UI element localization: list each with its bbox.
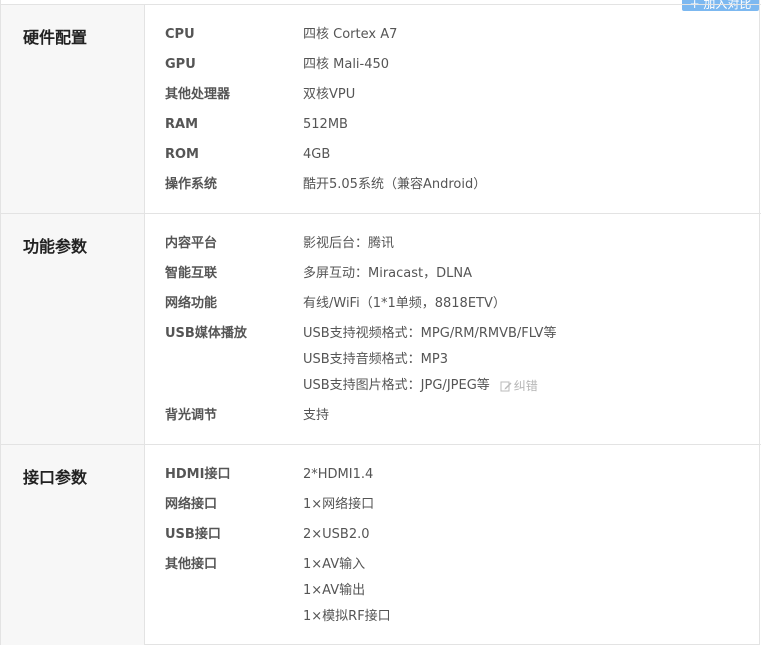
spec-row-os: 操作系统 酷开5.05系统（兼容Android） [165, 175, 761, 205]
spec-value: 双核VPU [303, 87, 356, 102]
section-header: 硬件配置 [1, 5, 145, 214]
spec-table: + 加入对比 硬件配置 CPU 四核 Cortex A7 GPU 四核 Mali… [0, 0, 761, 645]
spec-value: 影视后台：腾讯 [303, 236, 395, 251]
section-header: 功能参数 [1, 214, 145, 444]
spec-label: 内容平台 [165, 236, 218, 251]
spec-value: 1×模拟RF接口 [303, 609, 391, 624]
spec-value: USB支持视频格式：MPG/RM/RMVB/FLV等 [303, 326, 557, 341]
spec-row-backlight: 背光调节 支持 [165, 406, 761, 436]
spec-row-network-function: 网络功能 有线/WiFi（1*1单频，8818ETV） [165, 294, 761, 324]
spec-value: 1×AV输入 [303, 557, 366, 572]
spec-label: 智能互联 [165, 266, 218, 281]
spec-row-other-ports: 其他接口 1×AV输入 1×AV输出 1×模拟RF接口 [165, 555, 761, 635]
spec-label: 其他处理器 [165, 87, 231, 102]
report-error-label: 纠错 [513, 379, 538, 393]
spec-value: USB支持音频格式：MP3 [303, 352, 449, 367]
spec-label: GPU [165, 57, 196, 72]
spec-row-hdmi: HDMI接口 2*HDMI1.4 [165, 465, 761, 495]
section-title: 接口参数 [23, 468, 88, 487]
spec-value: 2*HDMI1.4 [303, 467, 374, 482]
spec-label: 其他接口 [165, 557, 218, 572]
spec-row-smart-connect: 智能互联 多屏互动：Miracast，DLNA [165, 264, 761, 294]
spec-row-cpu: CPU 四核 Cortex A7 [165, 25, 761, 55]
spec-value: 四核 Cortex A7 [303, 27, 398, 42]
spec-row-network-port: 网络接口 1×网络接口 [165, 495, 761, 525]
spec-label: 网络接口 [165, 497, 218, 512]
spec-value: 有线/WiFi（1*1单频，8818ETV） [303, 296, 506, 311]
spec-value-with-report: USB支持图片格式：JPG/JPEG等 纠错 [303, 376, 556, 402]
spec-value: 酷开5.05系统（兼容Android） [303, 177, 487, 192]
spec-row-rom: ROM 4GB [165, 145, 761, 175]
spec-value: 1×网络接口 [303, 497, 375, 512]
spec-value: 1×AV输出 [303, 583, 366, 598]
spec-label: 网络功能 [165, 296, 218, 311]
edit-icon [500, 381, 512, 392]
section-interfaces: 接口参数 HDMI接口 2*HDMI1.4 网络接口 1×网络接口 USB接口 … [1, 444, 761, 645]
spec-row-usb-media: USB媒体播放 USB支持视频格式：MPG/RM/RMVB/FLV等 USB支持… [165, 324, 761, 404]
spec-value: 2×USB2.0 [303, 527, 370, 542]
spec-label: USB媒体播放 [165, 326, 247, 341]
spec-label: CPU [165, 27, 195, 42]
spec-label: ROM [165, 147, 199, 162]
spec-label: HDMI接口 [165, 467, 231, 482]
spec-value: 四核 Mali-450 [303, 57, 390, 72]
spec-value: 4GB [303, 147, 331, 162]
section-features: 功能参数 内容平台 影视后台：腾讯 智能互联 多屏互动：Miracast，DLN… [1, 213, 761, 444]
spec-value: 支持 [303, 408, 330, 423]
section-header: 接口参数 [1, 445, 145, 645]
report-error-link[interactable]: 纠错 [500, 376, 538, 396]
section-hardware: 硬件配置 CPU 四核 Cortex A7 GPU 四核 Mali-450 其他… [1, 4, 761, 214]
spec-value: 多屏互动：Miracast，DLNA [303, 266, 472, 281]
spec-value: 512MB [303, 117, 348, 132]
spec-label: 操作系统 [165, 177, 218, 192]
section-title: 硬件配置 [23, 28, 88, 47]
spec-row-other-processor: 其他处理器 双核VPU [165, 85, 761, 115]
spec-row-usb-port: USB接口 2×USB2.0 [165, 525, 761, 555]
spec-row-ram: RAM 512MB [165, 115, 761, 145]
spec-row-content-platform: 内容平台 影视后台：腾讯 [165, 234, 761, 264]
spec-row-gpu: GPU 四核 Mali-450 [165, 55, 761, 85]
spec-label: 背光调节 [165, 408, 218, 423]
spec-label: USB接口 [165, 527, 221, 542]
spec-label: RAM [165, 117, 199, 132]
section-title: 功能参数 [23, 237, 88, 256]
spec-value: USB支持图片格式：JPG/JPEG等 [303, 378, 490, 393]
